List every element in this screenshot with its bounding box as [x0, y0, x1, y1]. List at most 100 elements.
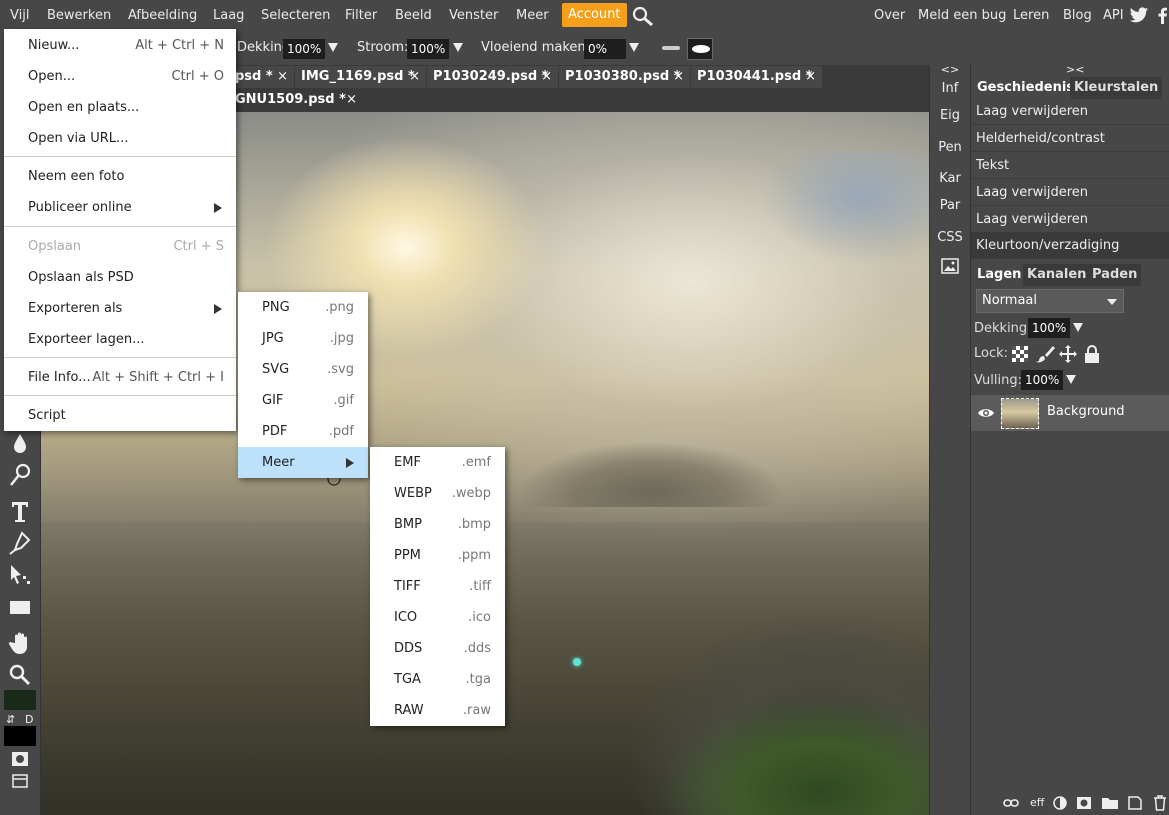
export-ico[interactable]: ICO .ico [370, 602, 505, 633]
tab-close-icon[interactable]: × [346, 89, 357, 111]
menu-item-open-url[interactable]: Open via URL... [4, 123, 236, 154]
lock-all-icon[interactable] [1083, 344, 1101, 364]
layer-opacity-input[interactable]: 100% [1028, 318, 1070, 338]
image-panel-icon[interactable] [941, 258, 959, 274]
export-emf[interactable]: EMF .emf [370, 447, 505, 478]
menu-view[interactable]: Beeld [395, 0, 432, 31]
menu-item-script[interactable]: Script [4, 400, 236, 431]
layer-opacity-dropdown-icon[interactable] [1073, 323, 1083, 332]
smooth-input[interactable]: 0% [584, 39, 626, 59]
zoom-tool-icon[interactable] [6, 662, 34, 688]
history-item[interactable]: Laag verwijderen [971, 207, 1169, 233]
screen-mode-icon[interactable] [6, 773, 34, 789]
export-gif[interactable]: GIF .gif [238, 385, 368, 416]
tab-layers[interactable]: Lagen [973, 264, 1025, 286]
export-raw[interactable]: RAW .raw [370, 695, 505, 726]
account-button[interactable]: Account [562, 3, 627, 27]
menu-api[interactable]: API [1103, 0, 1124, 31]
menu-file[interactable]: Vijl [10, 0, 29, 31]
panel-character[interactable]: Kar [930, 171, 970, 186]
menu-item-open-and-place[interactable]: Open en plaats... [4, 92, 236, 123]
export-svg[interactable]: SVG .svg [238, 354, 368, 385]
hand-tool-icon[interactable] [6, 630, 34, 656]
history-item[interactable]: Helderheid/contrast [971, 126, 1169, 152]
menu-item-open[interactable]: Open... Ctrl + O [4, 61, 236, 92]
tab-close-icon[interactable]: × [805, 66, 816, 88]
menu-layer[interactable]: Laag [213, 0, 244, 31]
export-bmp[interactable]: BMP .bmp [370, 509, 505, 540]
background-color-swatch[interactable] [4, 726, 36, 746]
layer-mask-icon[interactable] [1076, 796, 1092, 810]
menu-item-publish-online[interactable]: Publiceer online [4, 192, 236, 223]
menu-about[interactable]: Over [874, 0, 905, 31]
eye-icon[interactable] [977, 407, 995, 419]
menu-item-take-photo[interactable]: Neem een foto [4, 161, 236, 192]
tab-history[interactable]: Geschiedenis [973, 77, 1078, 99]
export-png[interactable]: PNG .png [238, 292, 368, 323]
rectangle-tool-icon[interactable] [6, 594, 34, 620]
history-item[interactable]: Laag verwijderen [971, 99, 1169, 125]
menu-item-export-as[interactable]: Exporteren als [4, 293, 236, 324]
brush-preview[interactable] [687, 38, 713, 60]
delete-layer-icon[interactable] [1153, 795, 1167, 811]
menu-item-new[interactable]: Nieuw... Alt + Ctrl + N [4, 30, 236, 61]
menu-window[interactable]: Venster [449, 0, 498, 31]
smooth-dropdown-icon[interactable] [629, 43, 639, 52]
menu-filter[interactable]: Filter [345, 0, 377, 31]
history-item[interactable]: Kleurtoon/verzadiging [971, 233, 1169, 259]
flow-input[interactable]: 100% [407, 39, 449, 59]
menu-blog[interactable]: Blog [1063, 0, 1092, 31]
menu-edit[interactable]: Bewerken [47, 0, 111, 31]
tab-document[interactable]: GNU1509.psd * × [229, 89, 363, 111]
tab-swatches[interactable]: Kleurstalen [1070, 77, 1163, 99]
menu-learn[interactable]: Leren [1013, 0, 1049, 31]
export-dds[interactable]: DDS .dds [370, 633, 505, 664]
tab-close-icon[interactable]: × [277, 66, 288, 88]
collapse-toggle[interactable]: >< [1066, 64, 1084, 75]
facebook-icon[interactable] [1155, 7, 1169, 24]
menu-more[interactable]: Meer [516, 0, 549, 31]
tab-close-icon[interactable]: × [673, 66, 684, 88]
new-layer-icon[interactable] [1127, 795, 1143, 811]
quick-mask-icon[interactable] [6, 750, 34, 768]
menu-report-bug[interactable]: Meld een bug [918, 0, 1006, 31]
lock-transparency-icon[interactable] [1011, 345, 1029, 363]
brush-size-icon[interactable] [660, 43, 684, 53]
collapse-toggle[interactable]: <> [930, 64, 970, 75]
fill-dropdown-icon[interactable] [1066, 375, 1076, 384]
history-item[interactable]: Laag verwijderen [971, 180, 1169, 206]
tab-paths[interactable]: Paden [1088, 264, 1142, 286]
tab-document[interactable]: psd * × [229, 66, 294, 88]
menu-select[interactable]: Selecteren [261, 0, 330, 31]
panel-paragraph[interactable]: Par [930, 198, 970, 213]
lock-pixels-icon[interactable] [1035, 344, 1055, 364]
dodge-tool-icon[interactable] [6, 462, 34, 488]
export-tga[interactable]: TGA .tga [370, 664, 505, 695]
fill-input[interactable]: 100% [1021, 370, 1063, 390]
link-layers-icon[interactable] [1003, 797, 1019, 809]
adjustment-layer-icon[interactable] [1053, 796, 1067, 810]
tab-close-icon[interactable]: × [541, 66, 552, 88]
menu-image[interactable]: Afbeelding [128, 0, 197, 31]
history-item[interactable]: Tekst [971, 153, 1169, 179]
foreground-color-swatch[interactable] [4, 690, 36, 710]
lock-position-icon[interactable] [1058, 344, 1078, 364]
menu-item-export-layers[interactable]: Exporteer lagen... [4, 324, 236, 355]
tab-channels[interactable]: Kanalen [1023, 264, 1091, 286]
twitter-icon[interactable] [1129, 7, 1149, 24]
menu-item-save-psd[interactable]: Opslaan als PSD [4, 262, 236, 293]
export-pdf[interactable]: PDF .pdf [238, 416, 368, 447]
tab-document[interactable]: P1030249.psd * × [427, 66, 558, 88]
export-webp[interactable]: WEBP .webp [370, 478, 505, 509]
export-tiff[interactable]: TIFF .tiff [370, 571, 505, 602]
swap-colors-icon[interactable]: ⇵ [6, 713, 15, 726]
search-icon[interactable] [632, 6, 654, 26]
tab-document[interactable]: P1030380.psd * × [559, 66, 690, 88]
tab-close-icon[interactable]: × [409, 66, 420, 88]
export-ppm[interactable]: PPM .ppm [370, 540, 505, 571]
layer-row[interactable]: Background [971, 395, 1169, 431]
default-colors-button[interactable]: D [25, 713, 33, 726]
tab-document[interactable]: IMG_1169.psd * × [295, 66, 426, 88]
tab-document[interactable]: P1030441.psd * × [691, 66, 822, 88]
export-jpg[interactable]: JPG .jpg [238, 323, 368, 354]
